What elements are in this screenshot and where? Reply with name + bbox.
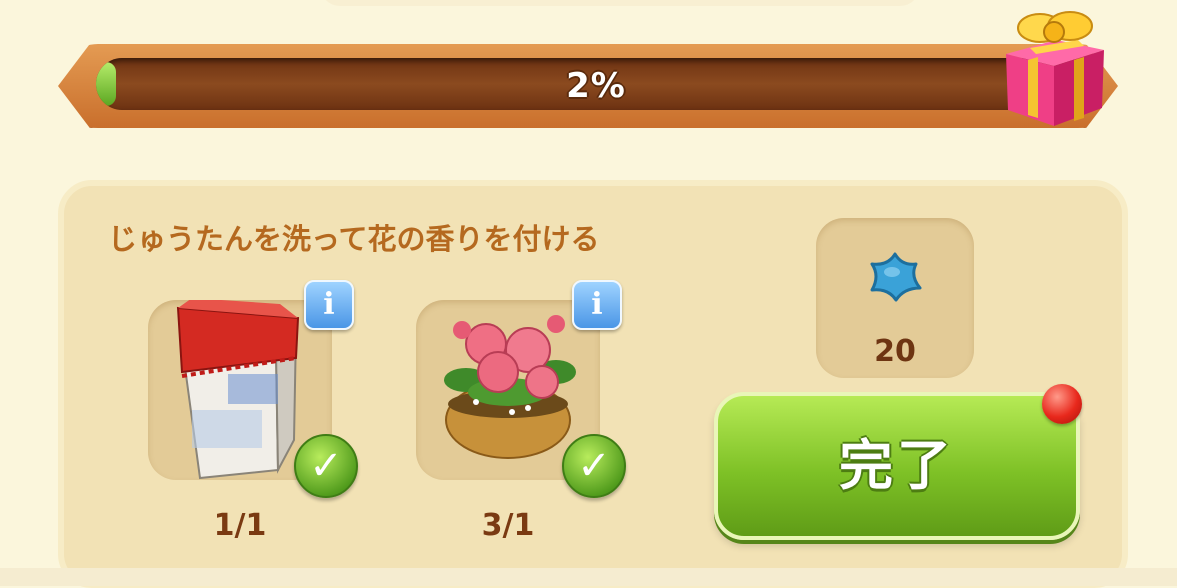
bottom-edge	[0, 568, 1177, 586]
blue-star-icon	[870, 252, 922, 302]
item-count: 1/1	[213, 508, 267, 543]
complete-button[interactable]: 完了	[714, 392, 1080, 540]
complete-button-label: 完了	[839, 434, 955, 497]
item-count: 3/1	[481, 508, 535, 543]
top-decoration	[320, 0, 920, 6]
gift-box-icon[interactable]	[994, 2, 1112, 132]
checkmark-icon: ✓	[562, 434, 626, 498]
info-button-fabric-softener[interactable]: i	[304, 280, 354, 330]
progress-percent-label: 2%	[566, 66, 626, 106]
checkmark-icon: ✓	[294, 434, 358, 498]
notification-dot	[1042, 384, 1082, 424]
info-button-peony-flowers[interactable]: i	[572, 280, 622, 330]
reward-amount: 20	[874, 334, 916, 369]
task-title: じゅうたんを洗って花の香りを付ける	[108, 222, 600, 256]
